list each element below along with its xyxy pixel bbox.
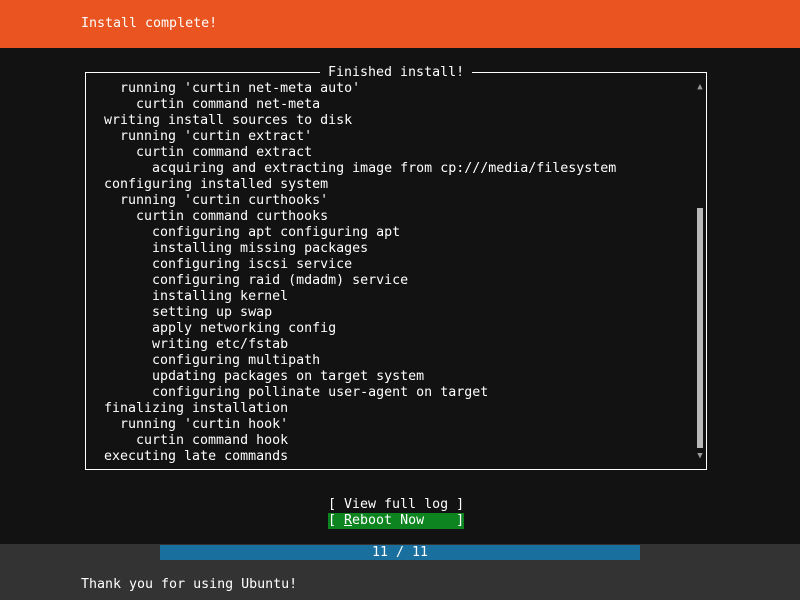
- page-title: Install complete!: [81, 16, 218, 31]
- log-line: configuring pollinate user-agent on targ…: [152, 385, 489, 400]
- scrollbar-thumb[interactable]: [697, 208, 703, 448]
- progress-bar: 11 / 11: [160, 545, 640, 560]
- log-line: running 'curtin net-meta auto': [120, 81, 361, 96]
- log-line: finalizing installation: [104, 401, 289, 416]
- header-bar: Install complete!: [0, 0, 800, 48]
- log-line: executing late commands: [104, 449, 289, 464]
- log-line: writing etc/fstab: [152, 337, 289, 352]
- log-line: curtin command net-meta: [136, 97, 321, 112]
- log-line: curtin command curthooks: [136, 209, 329, 224]
- log-line: running 'curtin hook': [120, 417, 289, 432]
- log-line: updating packages on target system: [152, 369, 425, 384]
- log-line: configuring iscsi service: [152, 257, 353, 272]
- log-line: installing missing packages: [152, 241, 369, 256]
- button-hotkey: R: [344, 513, 353, 528]
- log-line: configuring apt configuring apt: [152, 225, 401, 240]
- bracket-open: [: [328, 513, 345, 528]
- log-line: writing install sources to disk: [104, 113, 353, 128]
- progress-label: 11 / 11: [371, 545, 429, 560]
- log-line: running 'curtin extract': [120, 129, 313, 144]
- button-label: eboot Now: [352, 513, 457, 528]
- footer-message: Thank you for using Ubuntu!: [81, 577, 298, 592]
- log-line: installing kernel: [152, 289, 289, 304]
- log-line: configuring multipath: [152, 353, 321, 368]
- scroll-up-arrow-icon[interactable]: ▲: [695, 82, 705, 92]
- bracket-close: ]: [456, 513, 465, 528]
- log-line: configuring installed system: [104, 177, 329, 192]
- bracket-close: ]: [448, 497, 465, 512]
- button-label: View full log: [344, 497, 449, 512]
- log-line: curtin command hook: [136, 433, 289, 448]
- log-line: configuring raid (mdadm) service: [152, 273, 409, 288]
- scroll-down-arrow-icon[interactable]: ▼: [695, 451, 705, 461]
- log-line: running 'curtin curthooks': [120, 193, 329, 208]
- log-frame-title: Finished install!: [320, 65, 473, 81]
- install-log[interactable]: running 'curtin net-meta auto' curtin com…: [104, 81, 684, 465]
- log-line: acquiring and extracting image from cp:/…: [152, 161, 617, 176]
- view-full-log-button[interactable]: [ View full log ]: [328, 497, 464, 513]
- reboot-now-button[interactable]: [ Reboot Now ]: [328, 513, 464, 529]
- log-line: curtin command extract: [136, 145, 313, 160]
- log-line: apply networking config: [152, 321, 337, 336]
- log-line: setting up swap: [152, 305, 273, 320]
- bracket-open: [: [328, 497, 345, 512]
